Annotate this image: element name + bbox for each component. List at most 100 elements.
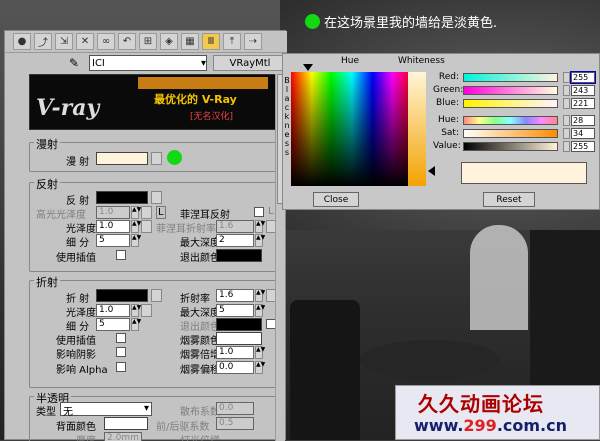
url-part: www. — [414, 416, 464, 435]
spinner-arrows[interactable]: ▲▼ — [131, 206, 141, 219]
translucency-group: 半透明 类型 无▾ 背面颜色 散布系数 0.0 前/后驱系数 0.5 灯光倍增 … — [29, 390, 281, 441]
spinner-arrows[interactable]: ▲▼ — [255, 220, 265, 233]
annotation-note: 在这场景里我的墙给是淡黄色. — [305, 12, 497, 31]
hilight-lock-button[interactable] — [141, 206, 152, 219]
affect-shadows-label: 影响阴影 — [56, 350, 96, 361]
l-button[interactable]: L — [156, 206, 166, 219]
reflect-interp-label: 使用插值 — [56, 253, 96, 264]
reflect-subdivs-field[interactable]: 5 — [96, 234, 130, 247]
fresnel-checkbox[interactable] — [254, 207, 264, 217]
reflect-max-depth-field[interactable]: 2 — [216, 234, 254, 247]
scatter-field[interactable]: 0.0 — [216, 402, 254, 415]
material-name-field[interactable]: ICI ▾ — [89, 55, 207, 71]
go-forward-icon[interactable]: ⇢ — [244, 33, 262, 50]
spinner-arrows[interactable] — [563, 85, 570, 96]
refract-gloss-field[interactable]: 1.0 — [96, 304, 130, 317]
refract-gloss-map-button[interactable] — [141, 304, 152, 317]
red-slider[interactable] — [463, 73, 558, 82]
reflect-exit-color-swatch[interactable] — [216, 249, 262, 262]
green-slider[interactable] — [463, 86, 558, 95]
go-parent-icon[interactable]: ⤒ — [223, 33, 241, 50]
refract-interp-label: 使用插值 — [56, 336, 96, 347]
spinner-arrows[interactable] — [563, 72, 570, 83]
hue-blackness-field[interactable] — [291, 72, 413, 186]
spinner-arrows[interactable]: ▲▼ — [131, 220, 141, 233]
translucency-type-select[interactable]: 无 ▾ — [60, 402, 152, 418]
spinner-arrows[interactable] — [563, 98, 570, 109]
assign-icon[interactable]: ∞ — [97, 33, 115, 50]
show-map-icon[interactable]: ◈ — [160, 33, 178, 50]
scene-table — [360, 340, 500, 380]
fb-label: 前/后驱系数 — [156, 422, 210, 433]
fog-bias-field[interactable]: 0.0 — [216, 361, 254, 374]
spinner-arrows[interactable] — [563, 128, 570, 139]
spinner-arrows[interactable]: ▲▼ — [131, 304, 141, 317]
reflect-gloss-field[interactable]: 1.0 — [96, 220, 130, 233]
refract-subdivs-field[interactable]: 5 — [96, 318, 130, 331]
material-type-button[interactable]: VRayMtl — [213, 55, 287, 71]
spinner-arrows[interactable]: ▲▼ — [131, 318, 141, 331]
green-row: Green: 243 — [433, 85, 600, 97]
blue-value-field[interactable]: 221 — [571, 98, 595, 109]
fog-mult-field[interactable]: 1.0 — [216, 346, 254, 359]
reflect-gloss-map-button[interactable] — [141, 220, 152, 233]
spinner-arrows[interactable]: ▲▼ — [255, 289, 265, 302]
scene-chair — [290, 300, 360, 440]
green-value-field[interactable]: 243 — [571, 85, 595, 96]
spinner-arrows[interactable]: ▲▼ — [255, 304, 265, 317]
reflect-group: 反射 反 射 高光光泽度 1.0 ▲▼ L 菲涅耳反射 L 光泽度 1.0 ▲▼… — [29, 176, 281, 272]
spinner-arrows[interactable] — [563, 141, 570, 152]
put-icon[interactable]: ⇲ — [55, 33, 73, 50]
affect-shadows-checkbox[interactable] — [116, 347, 126, 357]
sphere-icon[interactable]: ● — [13, 33, 31, 50]
l-button-2[interactable]: L — [268, 206, 274, 217]
value-value-field[interactable]: 255 — [571, 141, 595, 152]
eyedropper-icon[interactable]: ✎ — [65, 55, 83, 71]
spinner-arrows[interactable]: ▲▼ — [255, 361, 265, 374]
diffuse-map-button[interactable] — [151, 152, 162, 165]
blue-row: Blue: 221 — [433, 98, 600, 110]
hue-value-field[interactable]: 28 — [571, 115, 595, 126]
diffuse-color-swatch[interactable] — [96, 152, 148, 165]
refract-interp-checkbox[interactable] — [116, 333, 126, 343]
reset-button[interactable]: Reset — [483, 192, 535, 207]
hue-slider[interactable] — [463, 116, 558, 125]
spinner-arrows[interactable]: ▲▼ — [255, 346, 265, 359]
spinner-arrows[interactable]: ▲▼ — [255, 234, 265, 247]
refract-color-swatch[interactable] — [96, 289, 148, 302]
red-value-field[interactable]: 255 — [570, 71, 596, 84]
blue-slider[interactable] — [463, 99, 558, 108]
whiteness-pointer-icon[interactable] — [428, 166, 435, 176]
sat-value-field[interactable]: 34 — [571, 128, 595, 139]
refract-max-depth-field[interactable]: 5 — [216, 304, 254, 317]
fog-color-swatch[interactable] — [216, 332, 262, 345]
hilight-gloss-field[interactable]: 1.0 — [96, 206, 130, 219]
annotation-text: 在这场景里我的墙给是淡黄色. — [324, 16, 498, 31]
hue-label: Hue — [341, 56, 360, 66]
affect-alpha-checkbox[interactable] — [116, 362, 126, 372]
refract-map-button[interactable] — [151, 289, 162, 302]
ior-field[interactable]: 1.6 — [216, 289, 254, 302]
fb-field[interactable]: 0.5 — [216, 417, 254, 430]
sat-slider[interactable] — [463, 129, 558, 138]
fresnel-ior-field[interactable]: 1.6 — [216, 220, 254, 233]
back-color-swatch[interactable] — [104, 417, 148, 430]
color-preview-swatch — [461, 162, 587, 184]
pick-icon[interactable]: ⤴ — [34, 33, 52, 50]
refract-exit-color-swatch[interactable] — [216, 318, 262, 331]
hue-pointer-icon[interactable] — [303, 64, 313, 71]
reset-icon[interactable]: ↶ — [118, 33, 136, 50]
reflect-color-swatch[interactable] — [96, 191, 148, 204]
spinner-arrows[interactable] — [563, 115, 570, 126]
value-slider[interactable] — [463, 142, 558, 151]
reflect-map-button[interactable] — [151, 191, 162, 204]
close-button[interactable]: Close — [313, 192, 359, 207]
delete-icon[interactable]: ✕ — [76, 33, 94, 50]
whiteness-bar[interactable] — [408, 72, 426, 186]
reflect-interp-checkbox[interactable] — [116, 250, 126, 260]
background-icon[interactable]: ▦ — [181, 33, 199, 50]
options-icon[interactable]: Ⅲ — [202, 33, 220, 50]
refract-subdivs-label: 细 分 — [66, 322, 90, 333]
spinner-arrows[interactable]: ▲▼ — [131, 234, 141, 247]
make-unique-icon[interactable]: ⊞ — [139, 33, 157, 50]
